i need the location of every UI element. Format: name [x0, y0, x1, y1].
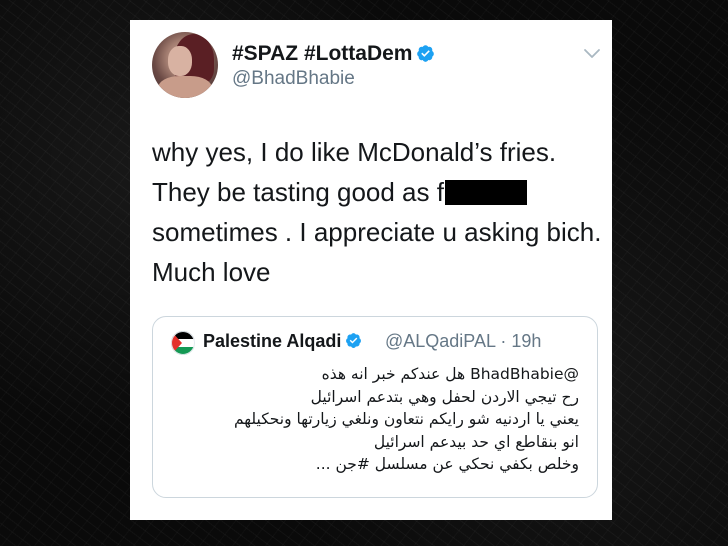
- author-handle[interactable]: @BhadBhabie: [232, 68, 355, 90]
- verified-badge-icon: [346, 333, 362, 348]
- tweet-card: #SPAZ #LottaDem @BhadBhabie why yes, I d…: [130, 20, 612, 520]
- quoted-tweet[interactable]: Palestine Alqadi @ALQadiPAL · 19h @BhadB…: [152, 316, 598, 498]
- quoted-text-line: يعني يا اردنيه شو رايكم نتعاون ونلغي زيا…: [233, 410, 579, 428]
- quoted-tweet-text: @BhadBhabie هل عندكم خبر انه هذه رح تيجي…: [169, 363, 579, 476]
- avatar-face: [168, 46, 192, 76]
- quoted-text-line: وخلص بكفي نحكي عن مسلسل #جن ...: [315, 455, 579, 473]
- tweet-text-line: why yes, I do like McDonald’s fries.: [152, 137, 557, 167]
- quoted-text-line: انو بنقاطع اي حد بيدعم اسرائيل: [373, 432, 579, 451]
- tweet-text-line: sometimes . I appreciate u asking bich.: [152, 217, 602, 247]
- quoted-text-line: @BhadBhabie هل عندكم خبر انه هذه: [321, 365, 579, 383]
- chevron-down-icon[interactable]: [582, 46, 602, 60]
- author-display-name[interactable]: #SPAZ #LottaDem: [232, 42, 435, 66]
- avatar[interactable]: [152, 32, 218, 98]
- tweet-text-line-part: They be tasting good as f: [152, 177, 444, 207]
- tweet-text-line: Much love: [152, 257, 271, 287]
- avatar-body: [158, 76, 212, 98]
- palestine-flag-icon: [171, 331, 195, 355]
- quoted-author-name-text: Palestine Alqadi: [203, 331, 342, 351]
- tweet-text-line: They be tasting good as f: [152, 172, 602, 212]
- tweet-text: why yes, I do like McDonald’s fries. The…: [152, 132, 602, 292]
- quoted-author-handle-time[interactable]: @ALQadiPAL · 19h: [385, 331, 541, 352]
- censor-bar: [444, 180, 527, 205]
- quoted-author-name[interactable]: Palestine Alqadi: [203, 331, 362, 352]
- quoted-text-line: رح تيجي الاردن لحفل وهي بتدعم اسرائيل: [310, 387, 579, 406]
- verified-badge-icon: [417, 45, 435, 62]
- author-display-name-text: #SPAZ #LottaDem: [232, 42, 413, 65]
